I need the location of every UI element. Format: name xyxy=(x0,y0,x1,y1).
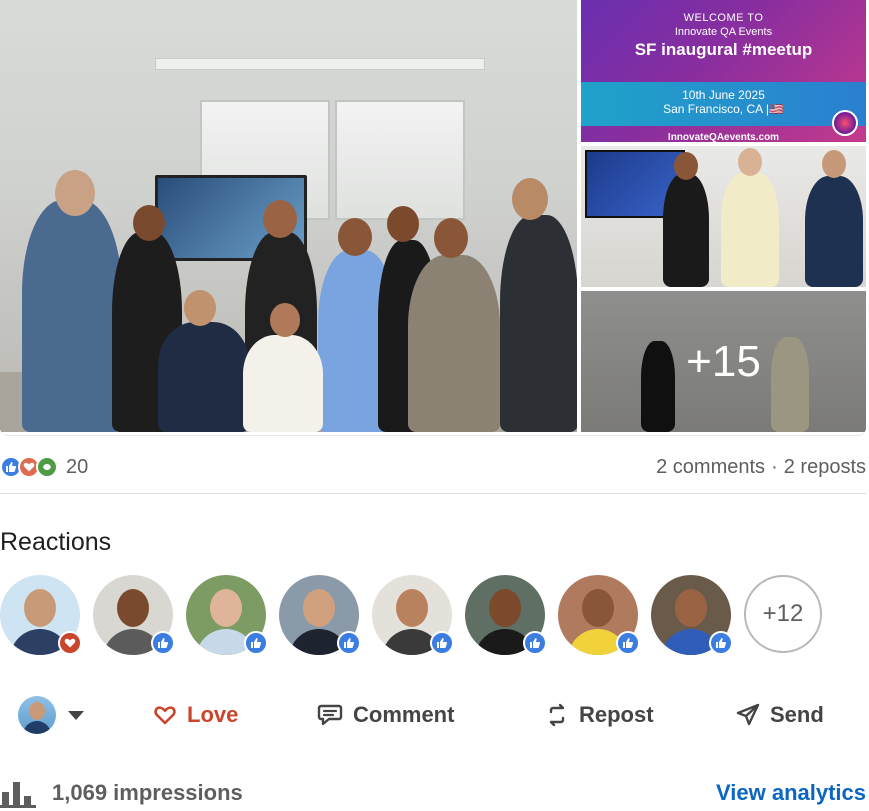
avatar-face xyxy=(396,589,428,627)
repost-label: Repost xyxy=(579,702,654,727)
avatar-face xyxy=(210,589,242,627)
like-badge-icon xyxy=(244,631,268,655)
post-footer: 1,069 impressions View analytics xyxy=(0,775,866,811)
avatar-face xyxy=(489,589,521,627)
reactor-avatar[interactable] xyxy=(465,575,547,655)
more-reactors-button[interactable]: +12 xyxy=(744,575,822,653)
avatar-face xyxy=(117,589,149,627)
person xyxy=(663,174,709,287)
reposts-count-link[interactable]: 2 reposts xyxy=(784,456,866,478)
actor-picker[interactable] xyxy=(18,696,118,734)
send-icon xyxy=(736,703,760,726)
comment-icon xyxy=(317,704,343,726)
banner-city: San Francisco, CA |🇺🇸 xyxy=(663,102,784,116)
avatar-face xyxy=(24,589,56,627)
avatar-face xyxy=(675,589,707,627)
person-head xyxy=(338,218,372,256)
avatar-face xyxy=(582,589,614,627)
reactor-avatars: +12 xyxy=(0,575,822,655)
view-analytics-link[interactable]: View analytics xyxy=(716,780,866,806)
person xyxy=(805,176,863,287)
avatar-face xyxy=(303,589,335,627)
comments-count-link[interactable]: 2 comments xyxy=(656,456,765,478)
banner-org: Innovate QA Events xyxy=(674,26,773,38)
person-head xyxy=(184,290,216,326)
person-head xyxy=(434,218,468,258)
engagement-counts: 2 comments · 2 reposts xyxy=(656,456,866,479)
impressions-count: 1,069 impressions xyxy=(52,780,243,805)
more-photos-count: +15 xyxy=(581,291,866,432)
repost-icon xyxy=(549,703,565,727)
reactor-avatar[interactable] xyxy=(186,575,268,655)
like-badge-icon xyxy=(523,631,547,655)
love-button[interactable]: Love xyxy=(153,702,238,728)
person-head xyxy=(133,205,165,241)
person-head xyxy=(270,303,300,337)
banner-date: 10th June 2025 xyxy=(682,88,765,102)
person xyxy=(721,172,779,287)
like-badge-icon xyxy=(151,631,175,655)
send-button[interactable]: Send xyxy=(736,702,824,728)
support-icon xyxy=(36,456,58,478)
reaction-summary[interactable]: 20 xyxy=(0,456,88,479)
comment-button[interactable]: Comment xyxy=(317,702,454,728)
event-banner-photo[interactable]: WELCOME TO Innovate QA Events SF inaugur… xyxy=(581,0,866,142)
send-label: Send xyxy=(770,702,824,727)
reactor-avatar[interactable] xyxy=(558,575,640,655)
banner-title: SF inaugural #meetup xyxy=(634,40,813,59)
comment-label: Comment xyxy=(353,702,455,727)
impressions[interactable]: 1,069 impressions xyxy=(0,778,243,808)
social-counts: 20 2 comments · 2 reposts xyxy=(0,452,866,482)
person-head xyxy=(387,206,419,242)
reaction-count: 20 xyxy=(66,455,89,478)
person-head xyxy=(512,178,548,220)
reactor-avatar[interactable] xyxy=(372,575,454,655)
banner-welcome: WELCOME TO xyxy=(683,12,764,24)
person xyxy=(408,255,500,432)
like-badge-icon xyxy=(616,631,640,655)
banner-url: InnovateQAevents.com xyxy=(667,132,780,142)
post-photo-gallery: WELCOME TO Innovate QA Events SF inaugur… xyxy=(0,0,866,436)
like-badge-icon xyxy=(337,631,361,655)
love-label: Love xyxy=(187,702,239,727)
group-photo[interactable] xyxy=(0,0,577,432)
person xyxy=(158,322,250,432)
reactor-avatar[interactable] xyxy=(0,575,82,655)
person-head xyxy=(738,148,762,176)
chevron-down-icon xyxy=(68,710,84,720)
reactor-avatar[interactable] xyxy=(279,575,361,655)
person-head xyxy=(55,170,95,216)
separator-dot: · xyxy=(771,455,778,478)
window xyxy=(335,100,465,220)
person-head xyxy=(674,152,698,180)
heart-icon xyxy=(154,706,176,725)
ceiling-light xyxy=(155,58,485,70)
bar-chart-icon xyxy=(0,782,36,808)
reactor-avatar[interactable] xyxy=(651,575,733,655)
event-logo xyxy=(832,110,858,136)
repost-button[interactable]: Repost xyxy=(545,702,654,728)
more-photos-tile[interactable]: +15 xyxy=(581,291,866,432)
like-badge-icon xyxy=(709,631,733,655)
person xyxy=(500,215,577,432)
person-head xyxy=(263,200,297,238)
person-head xyxy=(822,150,846,178)
person xyxy=(243,335,323,432)
speakers-photo[interactable] xyxy=(581,146,866,287)
reactions-heading: Reactions xyxy=(0,528,112,556)
reactor-avatar[interactable] xyxy=(93,575,175,655)
love-badge-icon xyxy=(58,631,82,655)
person xyxy=(22,200,122,432)
divider xyxy=(0,493,866,494)
action-bar: Love Comment Repost Send xyxy=(0,690,866,740)
actor-avatar xyxy=(18,696,56,734)
like-badge-icon xyxy=(430,631,454,655)
